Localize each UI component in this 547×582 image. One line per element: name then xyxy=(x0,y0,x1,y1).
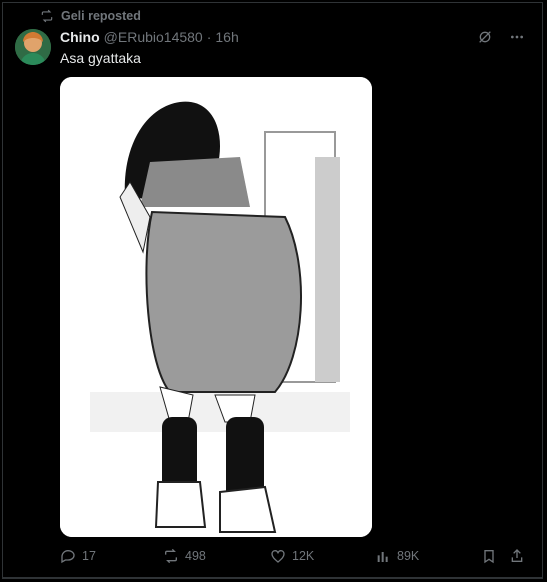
tweet-text: Asa gyattaka xyxy=(60,50,141,66)
repost-button[interactable]: 498 xyxy=(163,548,206,564)
avatar[interactable] xyxy=(15,29,51,65)
reply-count: 17 xyxy=(82,549,96,563)
share-icon xyxy=(511,549,523,562)
like-button[interactable]: 12K xyxy=(270,548,314,564)
author-name[interactable]: Chino xyxy=(60,29,100,45)
grok-icon[interactable] xyxy=(477,29,493,45)
repost-label: Geli reposted xyxy=(61,9,141,23)
views-icon xyxy=(377,552,388,562)
views-count: 89K xyxy=(397,549,420,563)
tweet-header: Chino @ERubio14580 · 16h xyxy=(60,29,239,45)
bookmark-button[interactable] xyxy=(481,548,497,564)
repost-count: 498 xyxy=(185,549,206,563)
more-icon[interactable] xyxy=(509,29,525,45)
views-button[interactable]: 89K xyxy=(375,548,419,564)
like-count: 12K xyxy=(292,549,315,563)
separator-dot: · xyxy=(206,29,212,45)
timestamp[interactable]: 16h xyxy=(215,29,238,45)
share-button[interactable] xyxy=(509,548,525,564)
repost-icon xyxy=(165,548,177,564)
repost-icon xyxy=(41,9,53,23)
reply-icon xyxy=(61,549,75,564)
manga-illustration-image[interactable] xyxy=(60,77,372,537)
header-actions xyxy=(477,29,525,45)
repost-indicator[interactable]: Geli reposted xyxy=(40,9,141,23)
action-bar: 17 498 12K 89K xyxy=(60,548,530,568)
bookmark-icon xyxy=(484,550,494,564)
author-handle[interactable]: @ERubio14580 xyxy=(104,29,203,45)
reply-button[interactable]: 17 xyxy=(60,548,96,564)
heart-icon xyxy=(271,549,285,563)
